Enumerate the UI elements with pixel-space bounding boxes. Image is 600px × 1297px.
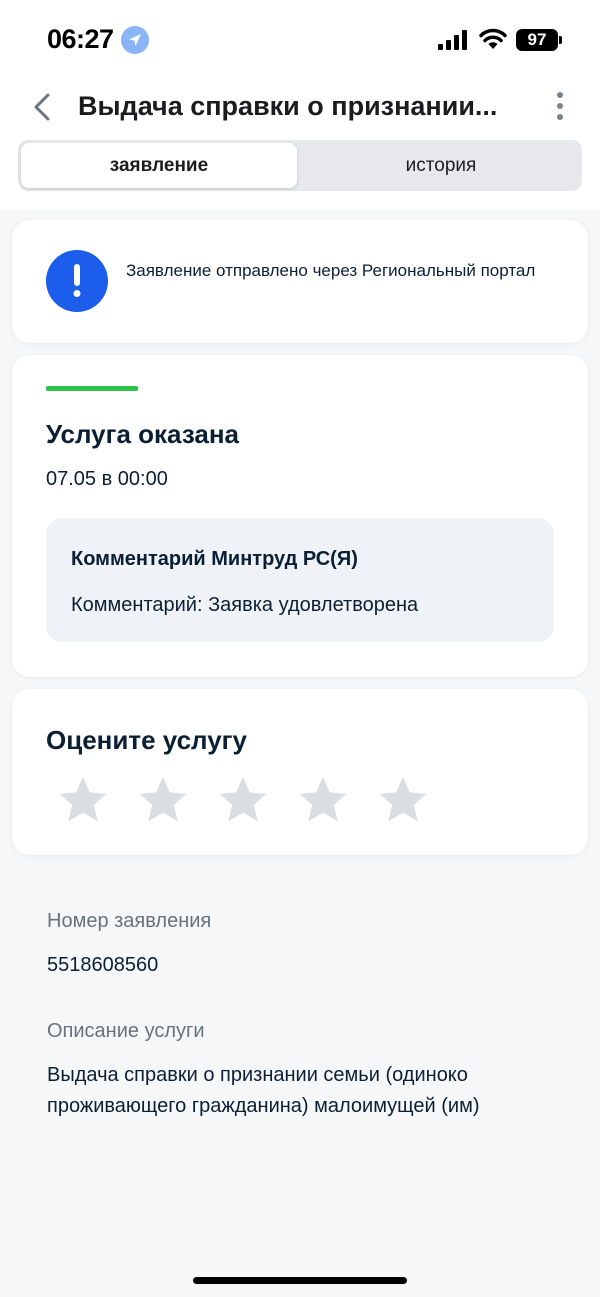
service-description-value: Выдача справки о признании семьи (одинок… bbox=[47, 1064, 480, 1117]
status-card: Услуга оказана 07.05 в 00:00 Комментарий… bbox=[12, 355, 588, 677]
comment-text: Комментарий: Заявка удовлетворена bbox=[71, 594, 419, 616]
comment-title: Комментарий Минтруд РС(Я) bbox=[71, 548, 358, 570]
rating-card: Оцените услугу bbox=[12, 689, 588, 855]
star-icon[interactable] bbox=[136, 773, 190, 827]
comment-box: Комментарий Минтруд РС(Я) Комментарий: З… bbox=[46, 518, 554, 642]
battery-level: 97 bbox=[527, 30, 547, 49]
status-indicator bbox=[46, 386, 138, 391]
info-notice-card: Заявление отправлено через Региональный … bbox=[12, 220, 588, 343]
rating-title: Оцените услугу bbox=[46, 725, 247, 755]
service-description-label: Описание услуги bbox=[47, 1020, 205, 1042]
exclamation-icon bbox=[46, 250, 108, 312]
star-icon[interactable] bbox=[296, 773, 350, 827]
status-title: Услуга оказана bbox=[46, 419, 240, 449]
tab-application[interactable]: заявление bbox=[21, 143, 297, 188]
location-arrow-icon bbox=[121, 26, 149, 54]
cellular-signal-icon bbox=[438, 30, 467, 50]
status-bar: 06:27 97 bbox=[0, 0, 600, 80]
star-icon[interactable] bbox=[376, 773, 430, 827]
home-indicator[interactable] bbox=[193, 1277, 407, 1284]
application-number-label: Номер заявления bbox=[47, 910, 212, 932]
wifi-icon bbox=[479, 28, 507, 49]
star-icon[interactable] bbox=[216, 773, 270, 827]
status-time: 06:27 bbox=[47, 24, 114, 54]
star-icon[interactable] bbox=[56, 773, 110, 827]
battery-tip bbox=[559, 36, 562, 44]
status-date: 07.05 в 00:00 bbox=[46, 468, 168, 490]
tab-bar: заявление история bbox=[18, 140, 582, 191]
application-number-value: 5518608560 bbox=[47, 954, 159, 976]
battery-icon: 97 bbox=[516, 29, 558, 51]
back-chevron-icon[interactable] bbox=[28, 90, 58, 124]
page-title: Выдача справки о признании... bbox=[78, 91, 498, 121]
more-options-icon[interactable] bbox=[548, 90, 572, 124]
info-notice-text: Заявление отправлено через Региональный … bbox=[126, 261, 536, 280]
tab-history[interactable]: история bbox=[303, 143, 579, 188]
